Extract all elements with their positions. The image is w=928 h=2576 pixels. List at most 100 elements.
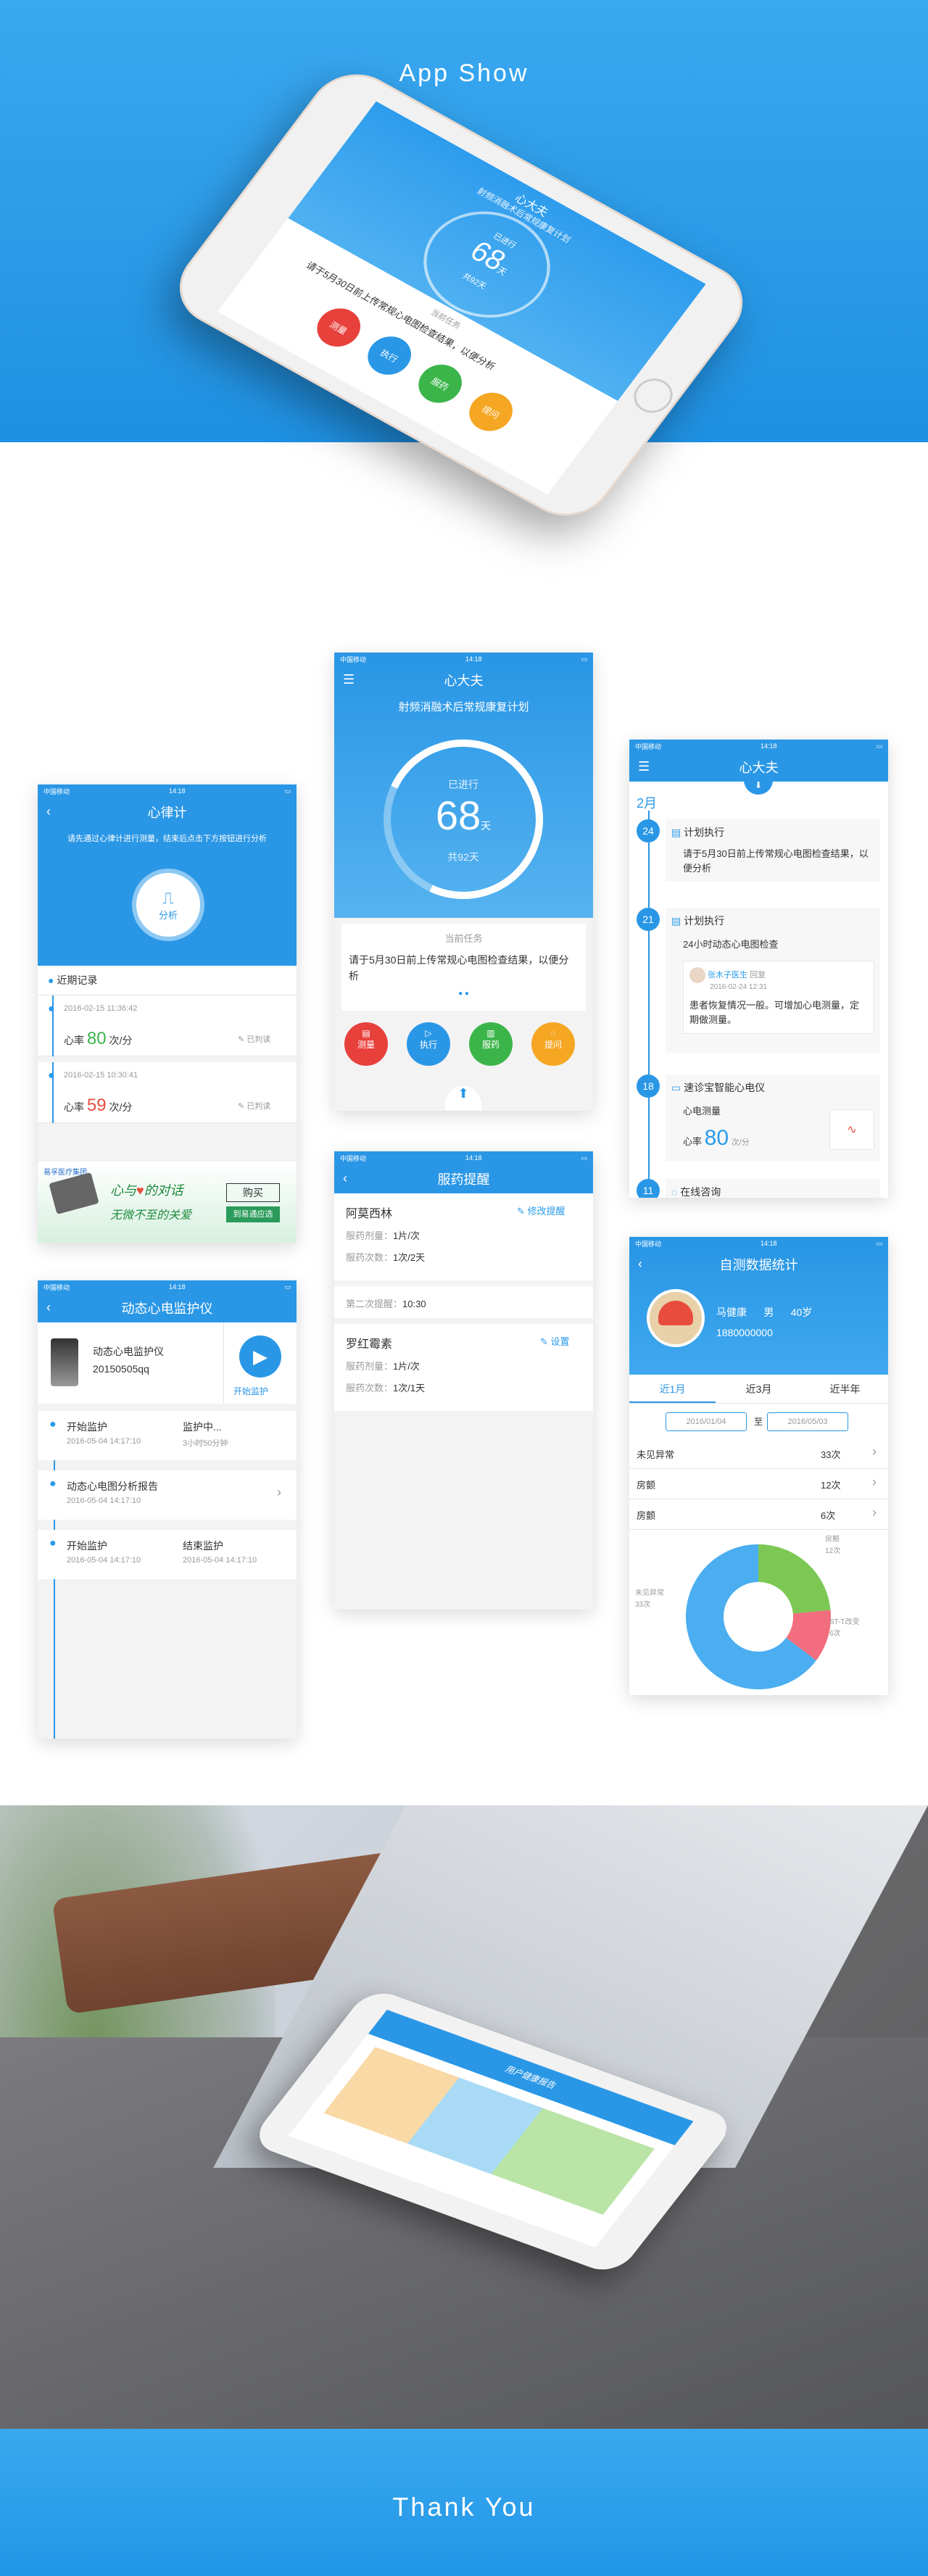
down-arrow-icon[interactable]: ⬇ [744, 780, 773, 795]
ecg-monitor-screen: 中国移动 14:18 ▭ ‹ 动态心电监护仪 动态心电监护仪 20150505qq ▶… [38, 1280, 297, 1739]
status-time: 14:18 [465, 655, 482, 663]
row-status: 结束监护 [183, 1540, 223, 1552]
medicine-icon: ▥ [486, 1028, 495, 1038]
device-image [49, 1172, 99, 1215]
drug-card: 罗红霉素 ✎ 设置 服药剂量：1片/次 服药次数：1次/1天 [334, 1324, 593, 1411]
progress-arc [361, 717, 566, 922]
task-label: 当前任务 [444, 933, 483, 944]
timeline-card-text: 24小时动态心电图检查 [683, 939, 779, 950]
date-from-input[interactable]: 2016/01/04 [666, 1412, 747, 1431]
stats-row-value: 33次 [821, 1449, 841, 1460]
timeline-card-title: 计划执行 [684, 915, 725, 927]
status-time: 14:18 [168, 1283, 186, 1291]
tab-1-month[interactable]: 近1月 [629, 1375, 716, 1403]
play-icon[interactable]: ▶ [239, 1335, 281, 1378]
hero-medicine-button[interactable]: 服药 [410, 357, 471, 410]
edit-icon: ✎ [238, 1102, 245, 1111]
hr-label: 心率 [683, 1136, 703, 1147]
timeline-card[interactable]: ◌ 在线咨询 [666, 1179, 880, 1198]
footer-title: Thank You [392, 2492, 536, 2522]
back-icon[interactable]: ‹ [638, 1256, 642, 1272]
analyze-button[interactable]: ⎍ 分析 [132, 869, 204, 941]
ecg-thumbnail[interactable]: ∿ [829, 1109, 874, 1150]
play-icon: ▷ [425, 1028, 432, 1038]
ecg-monitor-icon: ⎍ [162, 889, 174, 907]
monitor-row[interactable]: ● 动态心电图分析报告 2016-05-04 14:17:10 › [38, 1470, 297, 1520]
ask-label: 提问 [544, 1040, 562, 1050]
banner-buy-button[interactable]: 购买 [226, 1183, 280, 1202]
location-icon: ● [48, 1069, 55, 1082]
dose-value: 1片/次 [393, 1361, 420, 1372]
hero-measure-button[interactable]: 测量 [308, 301, 369, 354]
menu-icon[interactable]: ☰ [638, 759, 650, 774]
banner-shop-button[interactable]: 到易通应选 [226, 1206, 280, 1222]
status-carrier: 中国移动 [635, 1240, 662, 1248]
rhythm-hint: 请先通过心律计进行测量，结束后点击下方按钮进行分析 [67, 834, 267, 843]
stats-row-label: 未见异常 [637, 1449, 675, 1460]
back-icon[interactable]: ‹ [46, 804, 51, 819]
start-monitor-button[interactable]: 开始监护 [233, 1385, 268, 1397]
date-to-input[interactable]: 2016/05/03 [767, 1412, 848, 1431]
monitor-row[interactable]: ● 开始监护 2016-05-04 14:17:10 结束监护 2016-05-… [38, 1530, 297, 1579]
ask-button[interactable]: ◌ 提问 [531, 1022, 575, 1066]
freq-label: 服药次数： [346, 1252, 394, 1263]
medicine-button[interactable]: ▥ 服药 [469, 1022, 513, 1066]
timeline-day: 21 [637, 908, 660, 931]
device-icon: ▭ [671, 1082, 682, 1093]
back-icon[interactable]: ‹ [343, 1171, 347, 1186]
legend-normal-name: 未见异常 [635, 1589, 664, 1597]
battery-icon: ▭ [581, 655, 587, 663]
timeline-card[interactable]: ▤ 计划执行 请于5月30日前上传常规心电图检查结果，以便分析 [666, 819, 880, 882]
monitor-row[interactable]: ● 开始监护 2016-05-04 14:17:10 监护中... 3小时50分… [38, 1411, 297, 1460]
legend-stt-count: 6次 [829, 1630, 841, 1638]
set-reminder-button[interactable]: 设置 [551, 1336, 570, 1347]
stats-row[interactable]: 房颤 12次 › [629, 1469, 888, 1499]
stats-row-label: 房颤 [637, 1510, 656, 1521]
ad-banner[interactable]: 易孚医疗集团 心与♥的对话 无微不至的关爱 购买 到易通应选 [38, 1161, 297, 1243]
edit-reminder-button[interactable]: 修改提醒 [528, 1206, 566, 1217]
timeline-screen: 中国移动 14:18 ▭ ☰ 心大夫 ⬇ 2月 24 ▤ 计划执行 请于5月30日前上… [629, 740, 888, 1198]
main-screen: 中国移动 14:18 ▭ ☰ 心大夫 射频消融术后常规康复计划 已进行 68天 共92… [334, 653, 593, 1111]
medicine-label: 服药 [481, 1040, 500, 1050]
execute-button[interactable]: ▷ 执行 [407, 1022, 450, 1066]
avatar [647, 1289, 705, 1347]
menu-icon[interactable]: ☰ [343, 672, 355, 687]
legend-af: 房颤 12次 [825, 1534, 840, 1557]
device-name: 动态心电监护仪 [93, 1346, 164, 1357]
legend-stt-name: ST-T改变 [829, 1618, 860, 1626]
timeline-card[interactable]: ▭ 速诊宝智能心电仪 心电测量 心率 80 次/分 ∿ [666, 1074, 880, 1161]
row-end-time: 2016-05-04 14:17:10 [183, 1556, 257, 1565]
measure-button[interactable]: ▤ 测量 [344, 1022, 388, 1066]
stats-row[interactable]: 房颤 6次 › [629, 1499, 888, 1530]
second-reminder-row[interactable]: 第二次提醒：10:30 [334, 1286, 593, 1318]
hr-value: 80 [704, 1126, 729, 1150]
hr-unit: 次/分 [731, 1138, 750, 1147]
dose-value: 1片/次 [393, 1230, 420, 1241]
tab-3-months[interactable]: 近3月 [716, 1375, 802, 1403]
stats-row[interactable]: 未见异常 33次 › [629, 1438, 888, 1469]
edit-icon: ✎ [238, 1035, 245, 1044]
tab-half-year[interactable]: 近半年 [802, 1375, 888, 1403]
battery-icon: ▭ [284, 1283, 291, 1291]
device-card: 动态心电监护仪 20150505qq ▶ 开始监护 [38, 1322, 297, 1404]
doctor-avatar [689, 967, 705, 983]
plan-title: 射频消融术后常规康复计划 [398, 701, 529, 713]
up-arrow-icon[interactable]: ⬆ [445, 1086, 481, 1111]
dose-label: 服药剂量： [346, 1361, 394, 1372]
back-icon[interactable]: ‹ [46, 1300, 51, 1315]
record-time: 2016-02-15 10:30:41 [64, 1071, 138, 1080]
hero-execute-button[interactable]: 执行 [359, 329, 420, 382]
hero-title: App Show [399, 59, 529, 87]
ecg-monitor-title: 动态心电监护仪 [121, 1301, 213, 1316]
doctor-note: 回复 [750, 970, 766, 980]
record-value: 59 [86, 1096, 107, 1115]
location-icon: ● [48, 974, 54, 986]
record-row[interactable]: ● 2016-02-15 11:36:42 心率 80 次/分 ✎ 已判读 [38, 995, 297, 1056]
timeline-card[interactable]: ▤ 计划执行 24小时动态心电图检查 张木子医生 回复 2016-02-24 1… [666, 908, 880, 1053]
hero-ask-button[interactable]: 提问 [460, 385, 521, 439]
record-row[interactable]: ● 2016-02-15 10:30:41 心率 59 次/分 ✎ 已判读 [38, 1062, 297, 1123]
task-card[interactable]: 当前任务 请于5月30日前上传常规心电图检查结果，以便分析 ● ● [341, 924, 586, 1011]
legend-stt: ST-T改变 6次 [829, 1617, 860, 1640]
chevron-right-icon: › [872, 1505, 877, 1520]
status-carrier: 中国移动 [44, 1283, 70, 1291]
